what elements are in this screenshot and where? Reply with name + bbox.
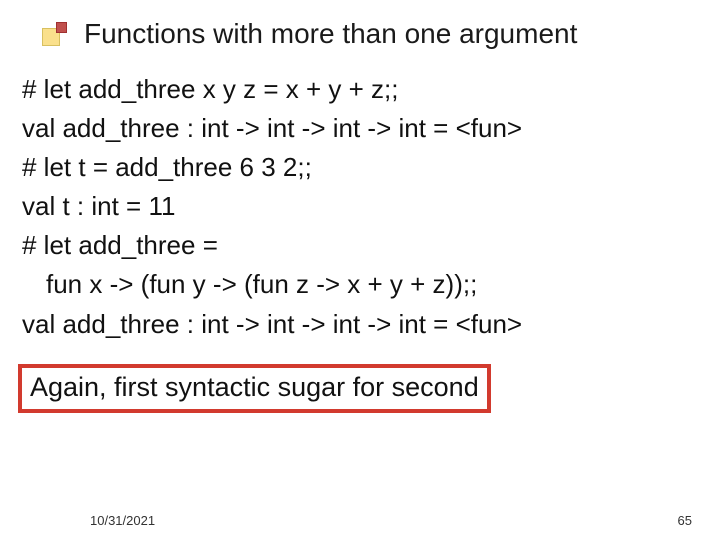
footer-date: 10/31/2021 [90,513,155,528]
slide-container: Functions with more than one argument # … [0,0,720,540]
title-bullet-icon [42,22,66,46]
code-line: val add_three : int -> int -> int -> int… [22,307,702,342]
slide-title-row: Functions with more than one argument [0,0,720,50]
code-line: val t : int = 11 [22,189,702,224]
code-body: # let add_three x y z = x + y + z;; val … [0,50,720,342]
footer-page-number: 65 [678,513,692,528]
code-line: # let add_three x y z = x + y + z;; [22,72,702,107]
code-line: fun x -> (fun y -> (fun z -> x + y + z))… [22,267,702,302]
code-line: val add_three : int -> int -> int -> int… [22,111,702,146]
slide-title: Functions with more than one argument [84,18,577,50]
emphasis-box: Again, first syntactic sugar for second [18,364,491,413]
emphasis-text: Again, first syntactic sugar for second [30,372,479,402]
code-line: # let add_three = [22,228,702,263]
code-line: # let t = add_three 6 3 2;; [22,150,702,185]
slide-footer: 10/31/2021 65 [0,513,720,528]
